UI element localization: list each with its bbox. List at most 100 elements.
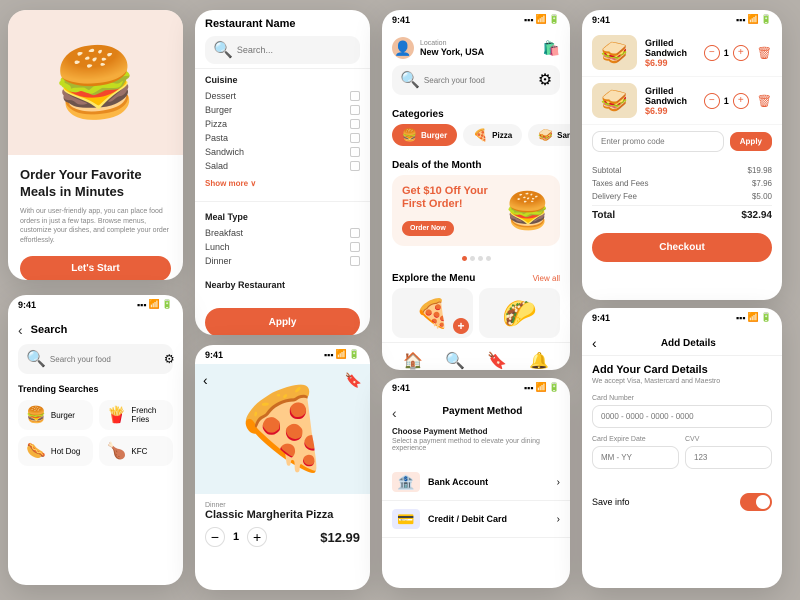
qty-value-1: 1 [724,48,729,58]
pizza-name: Classic Margherita Pizza [205,509,360,521]
restaurant-search-input[interactable] [237,45,352,55]
payment-back-button[interactable]: ‹ [392,405,397,421]
search-icon: 🔍 [400,70,420,90]
nav-home-icon[interactable]: 🏠 [403,351,423,370]
nav-bell-icon[interactable]: 🔔 [529,351,549,370]
category-burger[interactable]: 🍔 Burger [392,124,457,146]
menu-card-taco[interactable]: 🌮 [479,288,560,338]
total-value: $32.94 [741,210,772,221]
dot-2 [470,256,475,261]
view-all-button[interactable]: View all [533,274,560,283]
menu-card-pizza[interactable]: 🍕 + [392,288,473,338]
meal-breakfast[interactable]: Breakfast [205,226,360,240]
pizza-back-button[interactable]: ‹ [203,372,208,388]
meal-lunch-checkbox[interactable] [350,242,360,252]
total-row: Total $32.94 [592,205,772,223]
battery-icon: 🔋 [349,349,360,360]
signal-icon: ▪▪▪ [137,300,147,310]
meal-lunch[interactable]: Lunch [205,240,360,254]
card-option[interactable]: 💳 Credit / Debit Card › [382,501,570,538]
payment-screen: 9:41 ▪▪▪ 📶 🔋 ‹ Payment Method Choose Pay… [382,378,570,588]
meal-breakfast-checkbox[interactable] [350,228,360,238]
qty-decrease-1[interactable]: − [704,45,720,61]
pizza-bookmark-button[interactable]: 🔖 [345,372,362,389]
cuisine-sandwich-checkbox[interactable] [350,147,360,157]
apply-promo-button[interactable]: Apply [730,132,772,151]
cart-status-icons: ▪▪▪ 📶 🔋 [736,14,772,25]
cart-item-2-price: $6.99 [645,106,696,116]
promo-row: Apply [582,125,782,158]
cuisine-salad[interactable]: Salad [205,159,360,173]
home-search-box[interactable]: 🔍 ⚙ [392,65,560,95]
nav-bookmark-icon[interactable]: 🔖 [487,351,507,370]
food-search-input[interactable] [50,355,160,364]
qty-increase-1[interactable]: + [733,45,749,61]
cuisine-dessert-label: Dessert [205,91,236,101]
trending-burger[interactable]: 🍔 Burger [18,400,93,430]
cuisine-pasta-checkbox[interactable] [350,133,360,143]
filter-header: Restaurant Name 🔍 [195,10,370,69]
card-number-label: Card Number [592,395,772,402]
restaurant-search-box[interactable]: 🔍 [205,36,360,64]
search-back-header: ‹ Search [8,314,183,344]
promo-code-input[interactable] [592,131,724,152]
pizza-qty-increase[interactable]: + [247,527,267,547]
add-pizza-button[interactable]: + [453,318,469,334]
category-pizza[interactable]: 🍕 Pizza [463,124,522,146]
delete-item-2-icon[interactable]: 🗑 [757,94,772,108]
subtotal-value: $19.98 [748,166,772,175]
cart-item-1-name: Grilled Sandwich [645,38,696,58]
save-info-toggle[interactable] [740,493,772,511]
show-more-button[interactable]: Show more ∨ [205,179,256,188]
cuisine-pasta[interactable]: Pasta [205,131,360,145]
cuisine-dessert[interactable]: Dessert [205,89,360,103]
meal-type-title: Meal Type [205,212,360,222]
bank-account-option[interactable]: 🏦 Bank Account › [382,464,570,501]
category-sandwich[interactable]: 🥪 Sandwich [528,124,570,146]
meal-dinner[interactable]: Dinner [205,254,360,268]
search-field[interactable]: 🔍 ⚙ [18,344,173,374]
payment-section-title: Choose Payment Method [392,427,560,436]
card-number-input[interactable] [592,405,772,428]
wifi-icon: 📶 [748,312,759,323]
trending-hotdog[interactable]: 🌭 Hot Dog [18,436,93,466]
nav-search-icon[interactable]: 🔍 [445,351,465,370]
card-back-button[interactable]: ‹ [592,335,597,351]
cuisine-pizza[interactable]: Pizza [205,117,360,131]
search-back-button[interactable]: ‹ [18,322,23,338]
cuisine-salad-checkbox[interactable] [350,161,360,171]
apply-filter-button[interactable]: Apply [205,308,360,335]
cart-icon[interactable]: 🛍️ [543,40,560,57]
deals-header: Deals of the Month [382,152,570,175]
delete-item-1-icon[interactable]: 🗑 [757,46,772,60]
battery-icon: 🔋 [761,312,772,323]
cuisine-sandwich[interactable]: Sandwich [205,145,360,159]
battery-icon: 🔋 [549,382,560,393]
kfc-trend-label: KFC [131,447,147,456]
trending-kfc[interactable]: 🍗 KFC [99,436,174,466]
meal-dinner-checkbox[interactable] [350,256,360,266]
hotdog-trend-icon: 🌭 [26,441,46,461]
qty-decrease-2[interactable]: − [704,93,720,109]
card-status-bar: 9:41 ▪▪▪ 📶 🔋 [582,308,782,327]
cuisine-dessert-checkbox[interactable] [350,91,360,101]
order-now-button[interactable]: Order Now [402,221,454,236]
cuisine-pasta-label: Pasta [205,133,228,143]
filter-icon[interactable]: ⚙ [538,70,552,90]
expire-date-input[interactable] [592,446,679,469]
explore-title: Explore the Menu [392,273,475,284]
search-screen: 9:41 ▪▪▪ 📶 🔋 ‹ Search 🔍 ⚙ Trending Searc… [8,295,183,585]
food-search-input[interactable] [424,76,534,85]
qty-increase-2[interactable]: + [733,93,749,109]
pizza-qty-ctrl: − 1 + [205,527,267,547]
checkout-button[interactable]: Checkout [592,233,772,262]
filter-icon[interactable]: ⚙ [164,352,175,366]
pizza-qty-decrease[interactable]: − [205,527,225,547]
trending-fries[interactable]: 🍟 French Fries [99,400,174,430]
cvv-label: CVV [685,436,772,443]
cuisine-burger[interactable]: Burger [205,103,360,117]
cuisine-pizza-checkbox[interactable] [350,119,360,129]
cvv-input[interactable] [685,446,772,469]
lets-start-button[interactable]: Let's Start [20,256,171,280]
cuisine-burger-checkbox[interactable] [350,105,360,115]
